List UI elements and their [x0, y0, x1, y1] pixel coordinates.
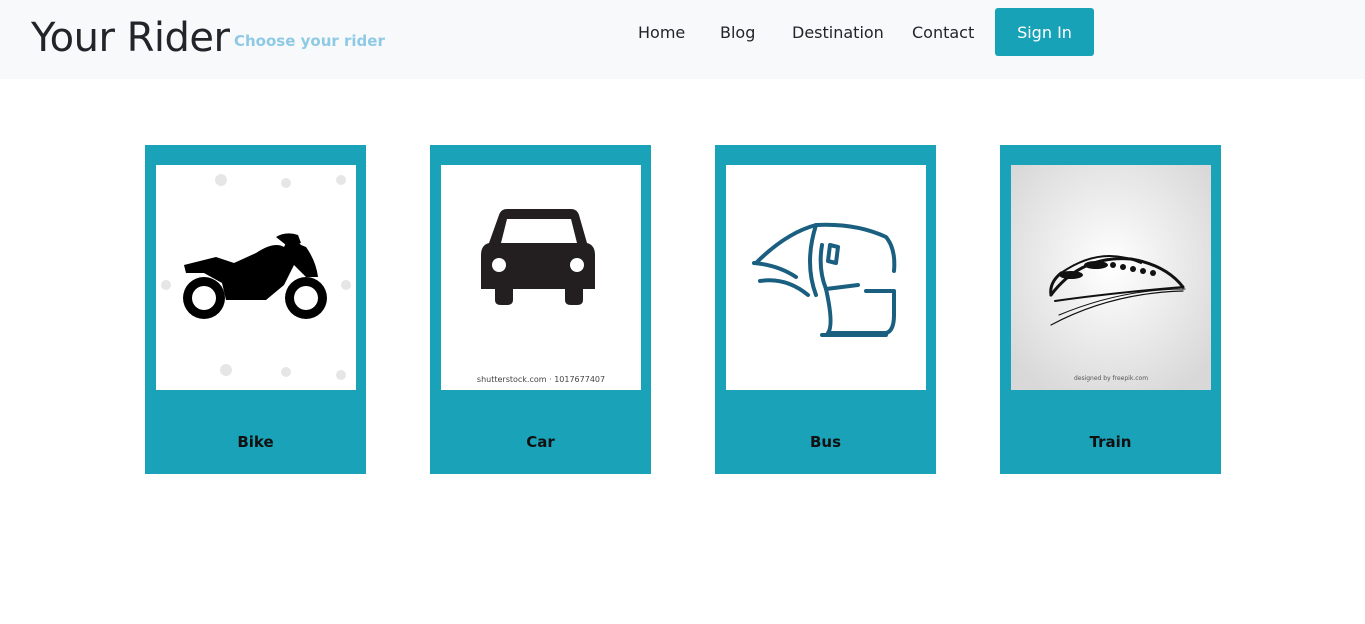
rider-card-bike[interactable]: Bike	[145, 145, 366, 474]
card-title: Bike	[237, 433, 274, 451]
rider-card-train[interactable]: designed by freepik.com Train	[1000, 145, 1221, 474]
nav-link-blog[interactable]: Blog	[720, 22, 755, 44]
car-image: shutterstock.com · 1017677407	[441, 165, 641, 390]
motorcycle-icon	[161, 174, 351, 380]
train-icon	[1011, 165, 1211, 390]
nav-link-home[interactable]: Home	[638, 22, 685, 44]
bus-icon	[752, 222, 897, 337]
navbar: Your Rider Choose your rider Home Blog D…	[0, 0, 1365, 79]
nav-link-destination[interactable]: Destination	[792, 22, 884, 44]
brand-tagline: Choose your rider	[234, 32, 385, 50]
brand-logo-text[interactable]: Your Rider	[31, 14, 230, 62]
car-icon	[481, 209, 595, 305]
image-caption: designed by freepik.com	[1073, 375, 1149, 382]
card-title: Bus	[809, 433, 842, 451]
rider-card-car[interactable]: shutterstock.com · 1017677407 Car	[430, 145, 651, 474]
bike-image	[156, 165, 356, 390]
nav-link-contact[interactable]: Contact	[912, 22, 974, 44]
sign-in-button[interactable]: Sign In	[995, 8, 1094, 56]
image-caption: shutterstock.com · 1017677407	[476, 375, 606, 384]
card-title: Train	[1089, 433, 1132, 451]
train-image: designed by freepik.com	[1011, 165, 1211, 390]
rider-card-bus[interactable]: Bus	[715, 145, 936, 474]
bus-image	[726, 165, 926, 390]
card-title: Car	[526, 433, 555, 451]
